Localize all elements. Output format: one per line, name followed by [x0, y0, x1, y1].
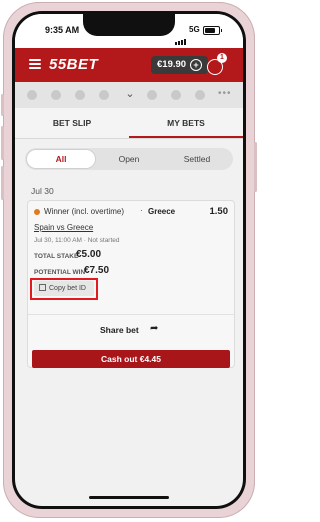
- bet-card: Winner (incl. overtime) · Greece 1.50 Sp…: [27, 200, 235, 368]
- chevron-down-icon[interactable]: ⌄: [123, 87, 137, 101]
- sport-icon[interactable]: [99, 90, 109, 100]
- filter-all[interactable]: All: [27, 150, 95, 168]
- camera-notch: [83, 14, 175, 36]
- basketball-icon: [34, 209, 40, 215]
- battery-icon: [203, 26, 222, 35]
- filter-settled[interactable]: Settled: [163, 150, 231, 168]
- bet-selection: Greece: [148, 207, 176, 216]
- sport-icon[interactable]: [195, 90, 205, 100]
- notification-badge: 1: [217, 53, 227, 63]
- share-icon[interactable]: ➦: [150, 323, 158, 334]
- phone-side-button: [254, 142, 257, 192]
- total-stake-value: €5.00: [76, 249, 102, 260]
- share-bet-button[interactable]: Share bet: [100, 325, 139, 335]
- tab-my-bets[interactable]: MY BETS: [129, 108, 243, 138]
- brand-logo[interactable]: 55BET: [49, 56, 98, 73]
- card-divider: [28, 314, 234, 315]
- status-bar: 9:35 AM 5G: [15, 14, 243, 48]
- account-button[interactable]: 1: [205, 53, 227, 77]
- tab-bet-slip[interactable]: BET SLIP: [15, 108, 129, 138]
- balance-button[interactable]: €19.90 +: [151, 56, 209, 74]
- bet-odds: 1.50: [209, 206, 229, 217]
- bet-separator: ·: [140, 206, 143, 215]
- home-indicator: [89, 496, 169, 499]
- copy-bet-id-button[interactable]: Copy bet ID: [34, 281, 94, 296]
- phone-screen: 9:35 AM 5G 55BET €19.90 + 1 ⌄ ••• BET SL…: [15, 14, 243, 506]
- bet-market: Winner (incl. overtime): [44, 207, 125, 216]
- date-group-label: Jul 30: [31, 186, 54, 196]
- copy-bet-id-label: Copy bet ID: [49, 285, 86, 292]
- network-label: 5G: [189, 25, 200, 34]
- signal-icon: [175, 27, 187, 45]
- sport-icon[interactable]: [171, 90, 181, 100]
- sport-icon[interactable]: [27, 90, 37, 100]
- cash-out-button[interactable]: Cash out €4.45: [32, 350, 230, 368]
- balance-amount: €19.90: [157, 59, 187, 70]
- event-meta: Jul 30, 11:00 AM · Not started: [34, 237, 120, 244]
- app-header: 55BET €19.90 + 1: [15, 48, 243, 82]
- phone-bezel: 9:35 AM 5G 55BET €19.90 + 1 ⌄ ••• BET SL…: [12, 11, 246, 509]
- phone-side-button: [1, 166, 4, 200]
- potential-win-label: POTENTIAL WIN: [34, 269, 86, 276]
- status-time: 9:35 AM: [45, 25, 80, 35]
- potential-win-value: €7.50: [84, 265, 110, 276]
- copy-icon: [39, 284, 46, 291]
- phone-frame: 9:35 AM 5G 55BET €19.90 + 1 ⌄ ••• BET SL…: [1, 2, 257, 518]
- phone-side-button: [1, 94, 4, 116]
- bet-filter: All Open Settled: [25, 148, 233, 170]
- more-icon[interactable]: •••: [218, 88, 232, 99]
- event-link[interactable]: Spain vs Greece: [34, 223, 93, 232]
- sport-icon[interactable]: [51, 90, 61, 100]
- add-funds-icon: +: [190, 59, 203, 71]
- betslip-tabs: BET SLIP MY BETS: [15, 108, 243, 139]
- total-stake-label: TOTAL STAKE: [34, 253, 79, 260]
- phone-side-button: [1, 126, 4, 160]
- filter-open[interactable]: Open: [95, 150, 163, 168]
- menu-icon[interactable]: [29, 59, 41, 69]
- sport-icon[interactable]: [147, 90, 157, 100]
- sport-icon[interactable]: [75, 90, 85, 100]
- sports-strip: ⌄ •••: [15, 82, 243, 108]
